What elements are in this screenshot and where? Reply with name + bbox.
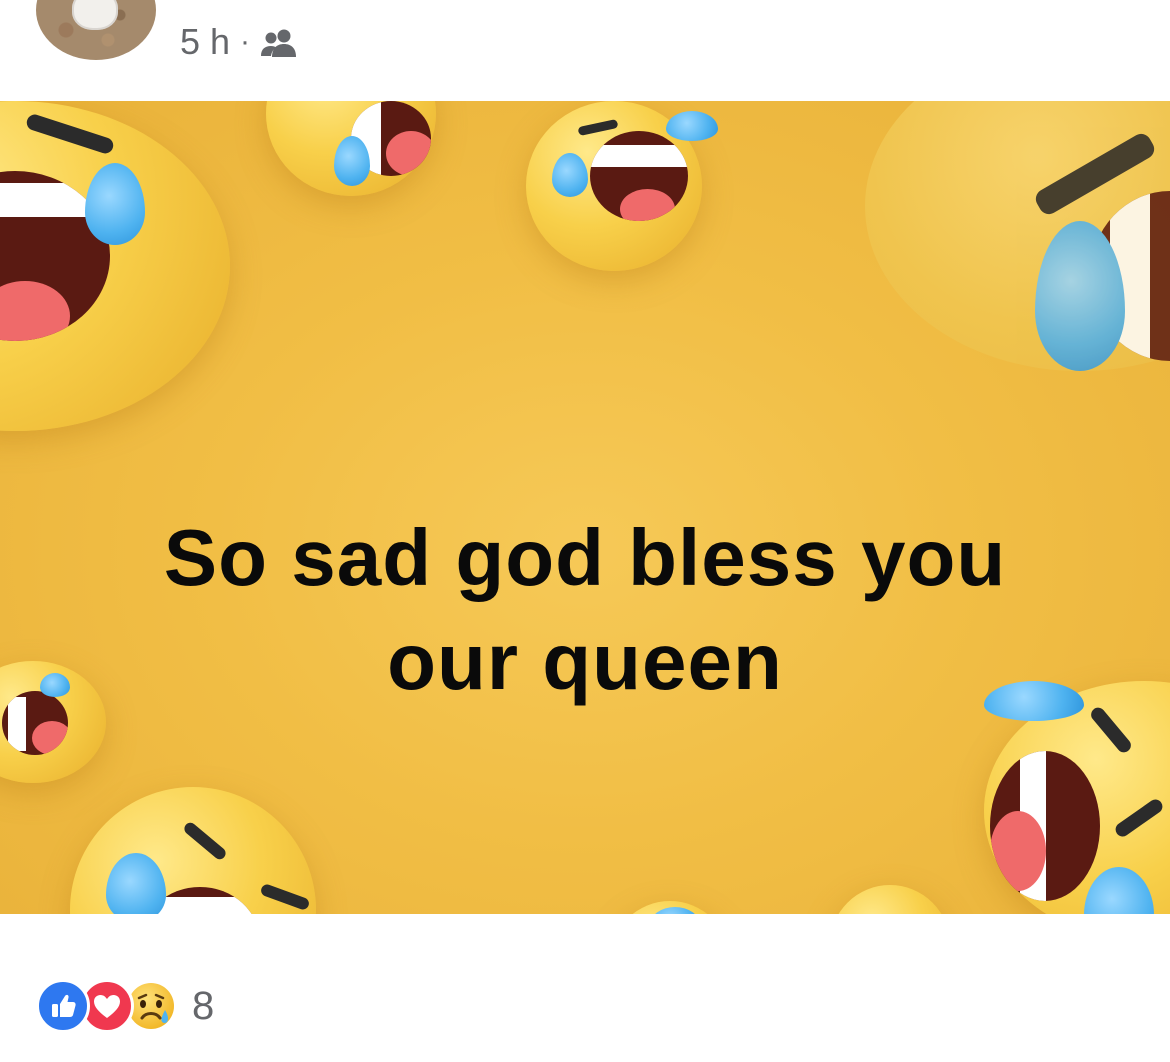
emoji-eye xyxy=(1112,796,1166,840)
emoji-eye xyxy=(24,112,116,156)
laughing-emoji xyxy=(865,101,1170,371)
reaction-count[interactable]: 8 xyxy=(192,984,214,1029)
tear-drop xyxy=(85,163,145,245)
meta-separator: · xyxy=(240,25,251,58)
laughing-emoji xyxy=(0,101,230,431)
emoji-eye xyxy=(259,882,311,912)
tear-drop xyxy=(650,907,700,914)
emoji-eye xyxy=(577,118,619,137)
reactions-summary[interactable]: 8 xyxy=(36,979,214,1033)
laughing-emoji xyxy=(70,787,316,914)
emoji-mouth xyxy=(990,751,1100,901)
laughing-emoji xyxy=(526,101,718,271)
headline-line-1: So sad god bless you xyxy=(163,513,1007,602)
post-header: 5 h · xyxy=(0,0,1170,100)
laughing-emoji xyxy=(984,681,1170,914)
headline-line-2: our queen xyxy=(387,617,783,706)
post-time[interactable]: 5 h xyxy=(180,21,230,63)
laughing-emoji xyxy=(266,101,436,196)
tear-drop xyxy=(1084,867,1154,914)
friends-icon[interactable] xyxy=(260,26,298,58)
image-headline: So sad god bless you our queen xyxy=(0,506,1170,714)
tear-drop xyxy=(552,153,588,197)
post-meta: 5 h · xyxy=(180,20,298,64)
laughing-emoji xyxy=(610,901,730,914)
post-image[interactable]: So sad god bless you our queen xyxy=(0,101,1170,914)
emoji-mouth xyxy=(590,131,688,221)
like-icon xyxy=(36,979,90,1033)
laughing-emoji xyxy=(830,885,950,914)
emoji-eye xyxy=(181,820,229,862)
tear-drop xyxy=(666,111,718,141)
tear-drop xyxy=(106,853,166,914)
